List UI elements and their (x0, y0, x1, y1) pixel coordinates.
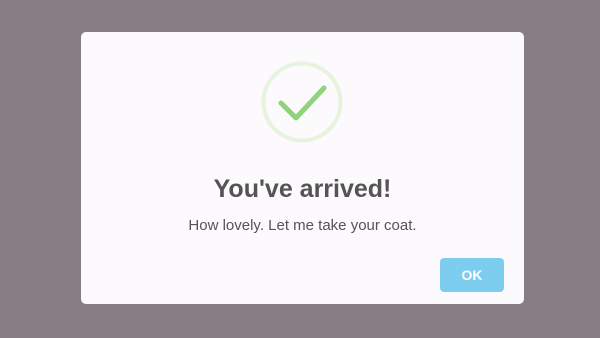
success-ring (261, 61, 343, 143)
dialog-title: You've arrived! (213, 175, 392, 203)
success-check-icon (261, 61, 343, 143)
ok-button[interactable]: OK (440, 258, 504, 292)
check-mark (278, 85, 327, 121)
alert-dialog: You've arrived! How lovely. Let me take … (81, 32, 524, 304)
dialog-message: How lovely. Let me take your coat. (188, 217, 417, 234)
